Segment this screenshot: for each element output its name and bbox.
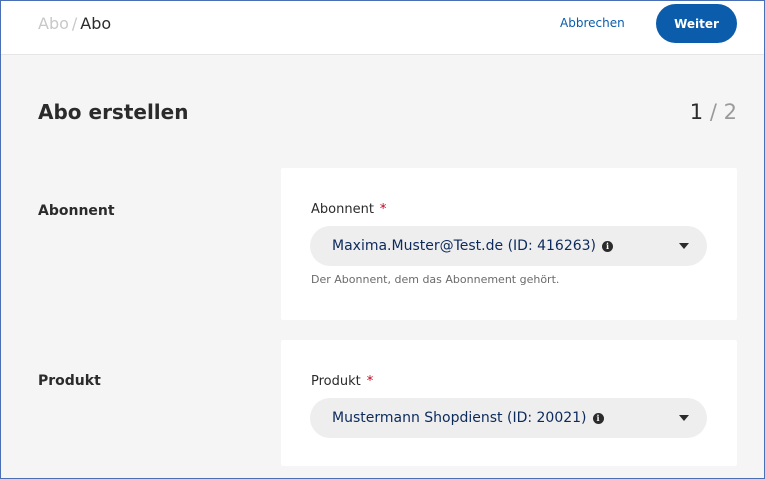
breadcrumb-parent-link[interactable]: Abo — [38, 14, 69, 33]
breadcrumb: Abo / Abo — [38, 14, 111, 34]
subscriber-select-value: Maxima.Muster@Test.de (ID: 416263) i — [332, 237, 614, 255]
section-label-subscriber: Abonnent — [38, 203, 115, 219]
cancel-link[interactable]: Abbrechen — [560, 15, 625, 31]
product-field-label-text: Produkt — [311, 374, 361, 389]
subscriber-field-label-text: Abonnent — [311, 202, 374, 217]
info-icon[interactable]: i — [602, 241, 614, 252]
next-button[interactable]: Weiter — [656, 4, 737, 43]
subscriber-help-text: Der Abonnent, dem das Abonnement gehört. — [311, 273, 560, 286]
required-marker: * — [379, 202, 387, 217]
step-indicator: 1 / 2 — [690, 99, 737, 125]
info-icon[interactable]: i — [592, 413, 604, 424]
product-select-text: Mustermann Shopdienst (ID: 20021) — [332, 410, 587, 426]
product-select[interactable]: Mustermann Shopdienst (ID: 20021) i — [310, 398, 707, 438]
product-field-label: Produkt * — [311, 374, 373, 390]
subscriber-select[interactable]: Maxima.Muster@Test.de (ID: 416263) i — [310, 226, 707, 266]
subscriber-card: Abonnent * Maxima.Muster@Test.de (ID: 416… — [281, 168, 737, 320]
product-select-value: Mustermann Shopdienst (ID: 20021) i — [332, 409, 604, 427]
chevron-down-icon — [679, 243, 689, 249]
product-card: Produkt * Mustermann Shopdienst (ID: 2002… — [281, 340, 737, 466]
required-marker: * — [366, 374, 374, 389]
section-label-product: Produkt — [38, 373, 101, 389]
step-separator: / — [709, 100, 717, 124]
page-title: Abo erstellen — [38, 100, 189, 124]
top-bar: Abo / Abo Abbrechen Weiter — [0, 0, 765, 55]
subscriber-select-text: Maxima.Muster@Test.de (ID: 416263) — [332, 238, 597, 254]
breadcrumb-separator: / — [71, 14, 78, 33]
breadcrumb-current: Abo — [80, 14, 112, 33]
step-total: 2 — [723, 100, 737, 124]
step-current: 1 — [689, 100, 704, 124]
chevron-down-icon — [679, 415, 689, 421]
subscriber-field-label: Abonnent * — [311, 202, 386, 218]
